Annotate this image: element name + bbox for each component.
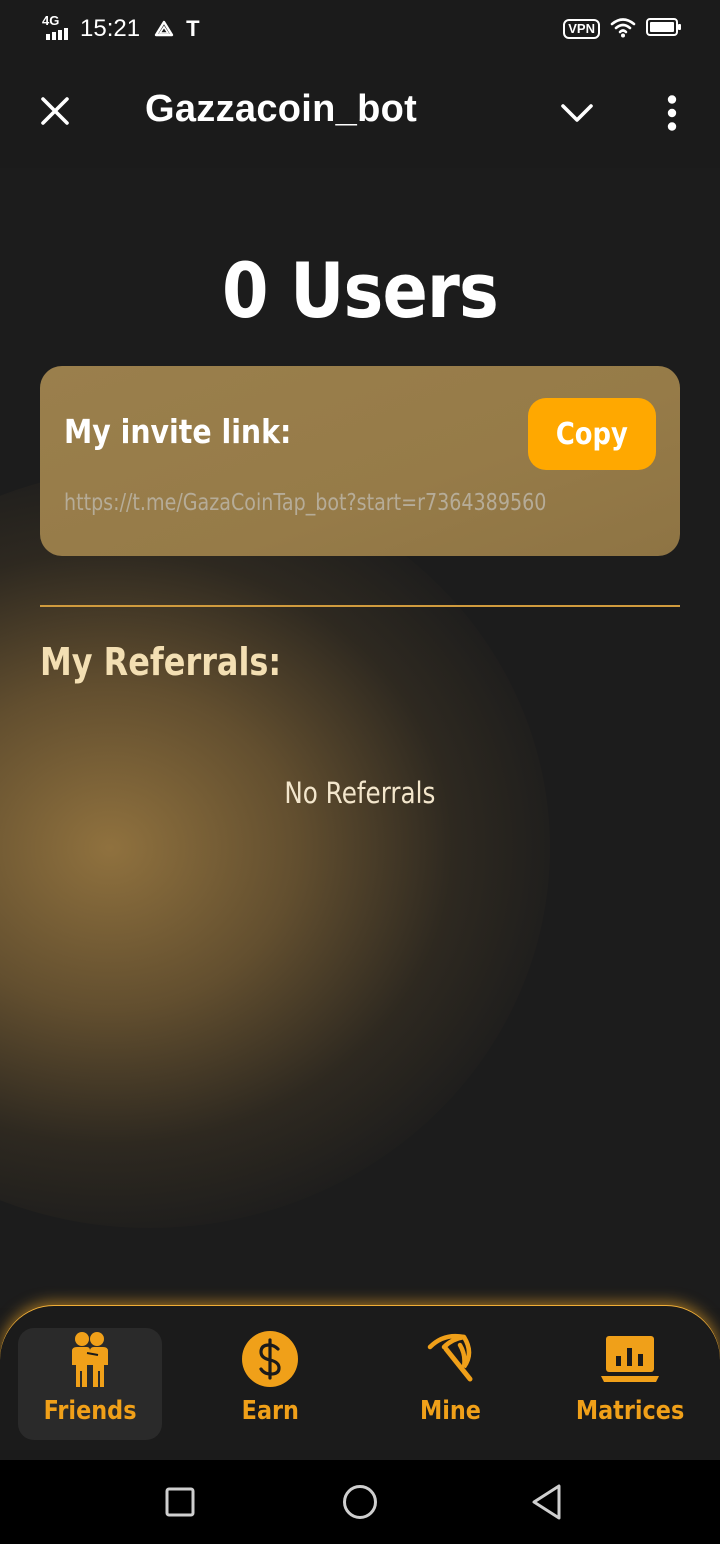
pickaxe-icon (378, 1328, 522, 1390)
nav-earn-text: Earn (241, 1396, 299, 1426)
more-vertical-icon (667, 95, 677, 131)
nav-earn-label: Earn (198, 1396, 342, 1426)
copy-button-label: Copy (556, 416, 628, 452)
background-glow (0, 468, 550, 1228)
circle-icon (343, 1485, 377, 1519)
status-right: VPN (563, 16, 682, 42)
nav-mine-text: Mine (419, 1396, 481, 1426)
nav-mine-label: Mine (378, 1396, 522, 1426)
nav-friends[interactable]: Friends (18, 1328, 162, 1440)
vpn-badge: VPN (563, 19, 600, 39)
status-left: 4G 15:21 T (40, 12, 212, 46)
collapse-button[interactable] (550, 86, 604, 140)
close-button[interactable] (30, 86, 80, 136)
drive-icon (154, 20, 174, 38)
nav-earn[interactable]: Earn (198, 1328, 342, 1440)
app-title: Gazzacoin_bot (145, 88, 418, 130)
recents-button[interactable] (160, 1482, 200, 1522)
dollar-coin-icon (198, 1328, 342, 1390)
section-divider (40, 605, 680, 607)
nav-mine[interactable]: Mine (378, 1328, 522, 1440)
bottom-nav: Friends Earn Mine Matrices (0, 1306, 720, 1460)
invite-link[interactable]: https://t.me/GazaCoinTap_bot?start=r7364… (64, 490, 546, 516)
nav-matrices-text: Matrices (575, 1396, 685, 1426)
nav-friends-text: Friends (43, 1396, 137, 1426)
title-bar: Gazzacoin_bot (0, 58, 720, 168)
carrier-icon: T (186, 16, 200, 41)
nav-matrices[interactable]: Matrices (558, 1328, 702, 1440)
system-nav-bar (0, 1460, 720, 1544)
signal-icon: 4G (40, 14, 76, 44)
telegram-webapp-screen: 4G 15:21 T VPN Gazzacoin_bot 0 Users My … (0, 0, 720, 1544)
empty-referrals-text: No Referrals (284, 776, 436, 810)
close-icon (41, 97, 69, 125)
empty-referrals: No Referrals (0, 776, 720, 810)
battery-icon (646, 17, 682, 41)
friends-icon (18, 1328, 162, 1390)
friends-content: 0 Users My invite link: Copy https://t.m… (0, 168, 720, 1308)
status-time: 15:21 (80, 15, 141, 42)
invite-card: My invite link: Copy https://t.me/GazaCo… (40, 366, 680, 556)
chart-laptop-icon (558, 1328, 702, 1390)
status-bar: 4G 15:21 T VPN (0, 0, 720, 58)
nav-matrices-label: Matrices (558, 1396, 702, 1426)
back-triangle-icon (532, 1484, 561, 1520)
copy-button[interactable]: Copy (528, 398, 656, 470)
chevron-down-icon (561, 104, 593, 122)
wifi-icon (610, 16, 636, 42)
home-button[interactable] (340, 1482, 380, 1522)
invite-label: My invite link: (64, 412, 292, 451)
square-icon (165, 1487, 195, 1517)
back-button[interactable] (528, 1482, 568, 1522)
nav-friends-label: Friends (18, 1396, 162, 1426)
more-options-button[interactable] (650, 86, 694, 140)
referrals-heading: My Referrals: (40, 640, 282, 684)
users-count: 0 Users (222, 246, 499, 335)
